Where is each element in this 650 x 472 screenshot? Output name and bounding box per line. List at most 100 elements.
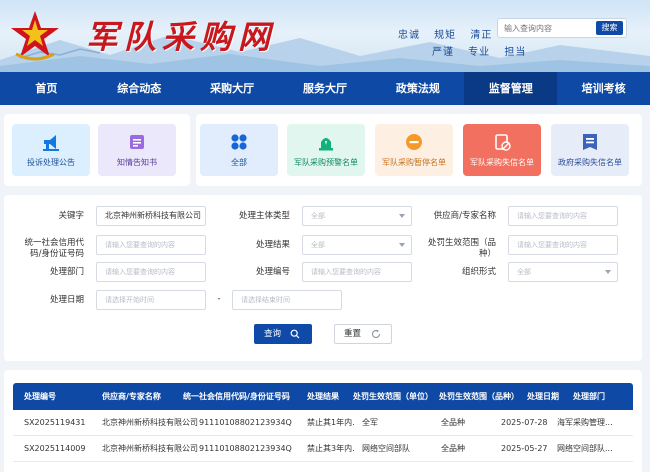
slogan-row-1: 忠诚 规矩 清正 [398,30,493,41]
megaphone-icon [43,135,59,151]
date-start-input[interactable]: 请选择开始时间 [96,290,206,310]
date-separator: - [217,294,221,304]
tile-notification-letter[interactable]: 知情告知书 [98,124,176,176]
nav-item-training[interactable]: 培训考核 [557,72,650,105]
reset-button[interactable]: 重置 [334,324,392,344]
supplier-label: 供应商/专家名称 [433,211,496,221]
nav-item-supervision[interactable]: 监督管理 [464,72,558,105]
slogan-row-2: 严谨 专业 担当 [432,47,527,58]
chevron-down-icon [605,270,611,274]
cell-date: 2025-07-28 [501,418,548,427]
tile-label: 知情告知书 [117,158,157,167]
subject-type-label: 处理主体类型 [238,211,290,221]
seal-icon [583,134,597,150]
refresh-icon [371,329,381,338]
pause-icon [406,134,422,150]
header-banner: 军队采购网 忠诚 规矩 清正 严谨 专业 担当 搜索 [0,0,650,72]
tile-label: 政府采购失信名单 [558,158,622,167]
tile-label: 军队采购失信名单 [470,158,534,167]
cell-number: SX2025119431 [24,418,86,427]
column-header-result: 处理结果 [307,392,339,401]
notice-icon [130,135,144,149]
cell-result: 禁止其1年内... [307,418,355,427]
cell-scope-variety: 全品种 [441,418,465,427]
blocked-document-icon [495,134,511,151]
column-header-date: 处理日期 [527,392,559,401]
nav-item-news[interactable]: 综合动态 [93,72,186,105]
credit-code-label-line-1: 统一社会信用代 [24,238,84,248]
tile-suspension-list[interactable]: 军队采购暂停名单 [375,124,453,176]
cell-scope-unit: 全军 [362,418,378,427]
cell-department: 网络空间部队... [557,444,613,453]
tile-label: 军队采购预警名单 [294,158,358,167]
nav-item-home[interactable]: 首页 [0,72,93,105]
scope-label-line-1: 处罚生效范围（品 [427,238,496,248]
org-form-label: 组织形式 [461,267,496,277]
credit-code-input[interactable]: 请输入您要查询的内容 [96,235,206,255]
search-button[interactable]: 搜索 [596,21,623,35]
keyword-input[interactable]: 北京神州新桥科技有限公司 [96,206,206,226]
result-value: 全部 [311,241,325,249]
supplier-input[interactable]: 请输入您要查询的内容 [508,206,618,226]
query-button-label: 查询 [264,329,282,339]
column-header-credit-code: 统一社会信用代码/身份证号码 [183,392,290,401]
cell-number: SX2025114009 [24,444,86,453]
column-header-department: 处理部门 [573,392,605,401]
tile-dishonest-list-government[interactable]: 政府采购失信名单 [551,124,629,176]
cell-credit-code: 91110108802123934Q [199,444,292,453]
column-header-scope-unit: 处罚生效范围（单位） [353,392,433,401]
table-row[interactable]: SX2025119431 北京神州新桥科技有限公司 91110108802123… [13,410,633,436]
tile-dishonest-list-military[interactable]: 军队采购失信名单 [463,124,541,176]
table-row[interactable]: SX2025114009 北京神州新桥科技有限公司 91110108802123… [13,436,633,462]
site-title: 军队采购网 [86,18,277,56]
tile-label: 军队采购暂停名单 [382,158,446,167]
cell-date: 2025-05-27 [501,444,548,453]
result-label: 处理结果 [255,240,290,250]
tile-all[interactable]: 全部 [200,124,278,176]
department-input[interactable]: 请输入您要查询的内容 [96,262,206,282]
subject-type-value: 全部 [311,212,325,220]
org-form-value: 全部 [517,268,531,276]
cell-department: 海军采购管理... [557,418,613,427]
number-input[interactable]: 请输入您要查询的内容 [302,262,412,282]
chevron-down-icon [399,214,405,218]
cell-credit-code: 91110108802123934Q [199,418,292,427]
search-icon [290,329,300,339]
header-search-box: 搜索 [497,18,627,38]
keyword-label: 关键字 [58,211,84,221]
tile-label: 投诉处理公告 [27,158,75,167]
tile-label: 全部 [231,158,247,167]
column-header-number: 处理编号 [24,392,56,401]
army-emblem-logo [11,11,59,61]
org-form-select[interactable]: 全部 [508,262,618,282]
nav-item-service-hall[interactable]: 服务大厅 [279,72,372,105]
tile-complaint-notice[interactable]: 投诉处理公告 [12,124,90,176]
main-nav: 首页 综合动态 采购大厅 服务大厅 政策法规 监督管理 培训考核 [0,72,650,105]
cell-supplier: 北京神州新桥科技有限公司 [102,444,198,453]
scope-label: 处罚生效范围（品 种） [420,238,496,260]
result-select[interactable]: 全部 [302,235,412,255]
subject-type-select[interactable]: 全部 [302,206,412,226]
department-label: 处理部门 [49,267,84,277]
nav-item-policies[interactable]: 政策法规 [371,72,464,105]
search-input[interactable] [504,21,594,36]
table-header: 处理编号 供应商/专家名称 统一社会信用代码/身份证号码 处理结果 处罚生效范围… [13,383,633,410]
query-button[interactable]: 查询 [254,324,312,344]
date-label: 处理日期 [49,295,84,305]
column-header-supplier: 供应商/专家名称 [102,392,161,401]
credit-code-label-line-2: 码/身份证号码 [30,249,84,259]
reset-button-label: 重置 [344,329,362,339]
alarm-icon [319,138,333,151]
scope-label-line-2: 种） [478,249,496,259]
cell-scope-unit: 网络空间部队 [362,444,410,453]
cell-supplier: 北京神州新桥科技有限公司 [102,418,198,427]
date-end-input[interactable]: 请选择结束时间 [232,290,342,310]
credit-code-label: 统一社会信用代 码/身份证号码 [20,238,84,260]
nav-item-procurement-hall[interactable]: 采购大厅 [186,72,279,105]
tile-warning-list[interactable]: 军队采购预警名单 [287,124,365,176]
scope-input[interactable]: 请输入您要查询的内容 [508,235,618,255]
cell-result: 禁止其3年内... [307,444,355,453]
grid-icon [231,134,247,150]
number-label: 处理编号 [255,267,290,277]
column-header-scope-variety: 处罚生效范围（品种） [439,392,519,401]
